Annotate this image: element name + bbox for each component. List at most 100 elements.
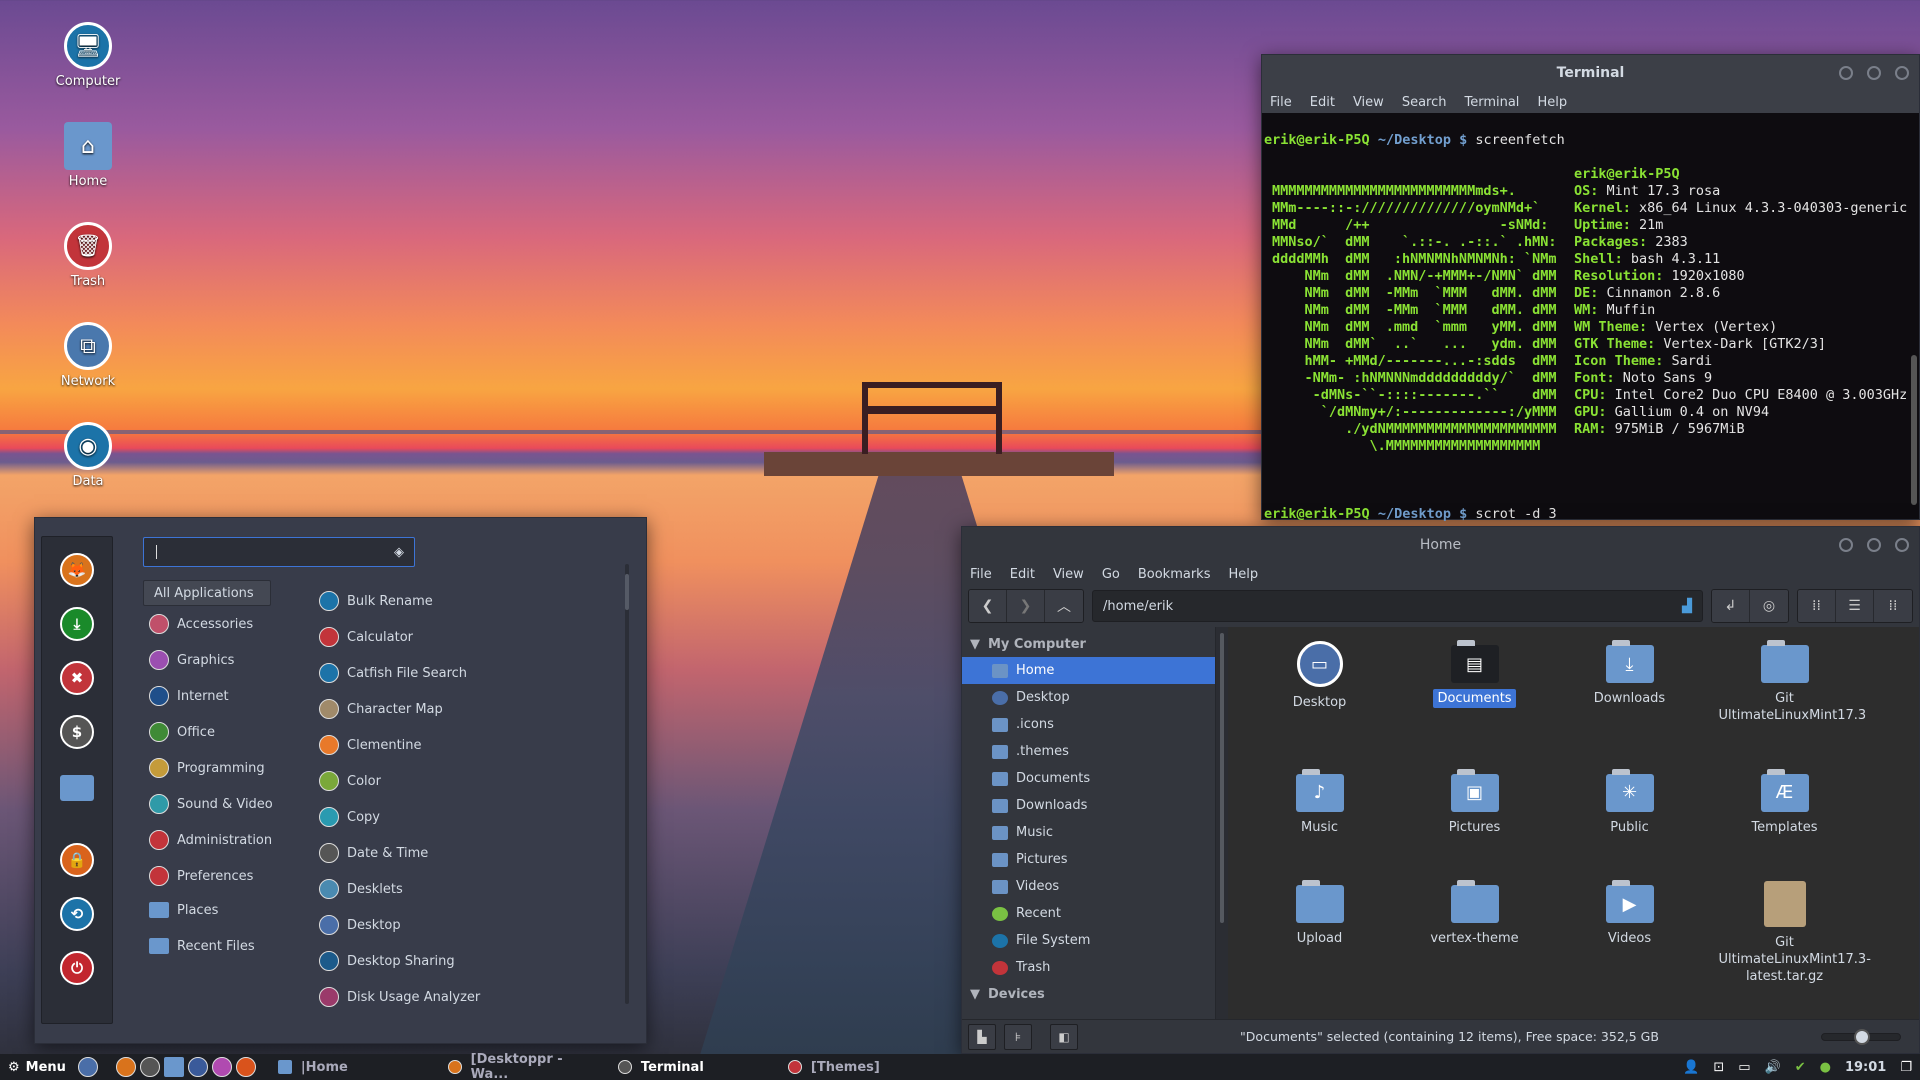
- file-item[interactable]: Git UltimateLinuxMint17.3: [1707, 637, 1866, 758]
- app-desktopsharing[interactable]: Desktop Sharing: [319, 951, 455, 971]
- sidebar-item-recent[interactable]: Recent: [962, 900, 1215, 927]
- app-diskusageanalyzer[interactable]: Disk Usage Analyzer: [319, 987, 480, 1007]
- firefox-icon[interactable]: 🦊: [60, 553, 94, 587]
- terminal-output[interactable]: erik@erik-P5Q ~/Desktop $ screenfetch MM…: [1262, 113, 1919, 594]
- category-preferences[interactable]: Preferences: [149, 866, 253, 886]
- category-office[interactable]: Office: [149, 722, 215, 742]
- menu-file[interactable]: File: [1270, 95, 1292, 110]
- back-button[interactable]: ❮: [969, 590, 1007, 622]
- firefox-icon[interactable]: [115, 1057, 136, 1077]
- show-places-button[interactable]: ▙: [968, 1023, 996, 1050]
- file-item[interactable]: ▣ Pictures: [1397, 766, 1552, 870]
- file-item[interactable]: vertex-theme: [1397, 877, 1552, 1019]
- search-clear-icon[interactable]: ◈: [394, 545, 404, 560]
- chrome-icon[interactable]: [235, 1057, 256, 1077]
- files-icon[interactable]: [163, 1057, 184, 1077]
- app-desktop[interactable]: Desktop: [319, 915, 401, 935]
- terminal-titlebar[interactable]: Terminal: [1262, 55, 1919, 91]
- clear-location-icon[interactable]: ▟: [1682, 599, 1692, 614]
- app-charactermap[interactable]: Character Map: [319, 699, 443, 719]
- sidebar-item-documents[interactable]: Documents: [962, 765, 1215, 792]
- menu-view[interactable]: View: [1353, 95, 1384, 110]
- menu-file[interactable]: File: [970, 567, 992, 582]
- close-button[interactable]: [1895, 66, 1909, 80]
- taskbar-button[interactable]: |Home: [270, 1054, 440, 1080]
- terminal-icon[interactable]: [139, 1057, 160, 1077]
- app-desklets[interactable]: Desklets: [319, 879, 403, 899]
- file-item[interactable]: Upload: [1242, 877, 1397, 1019]
- category-soundvideo[interactable]: Sound & Video: [149, 794, 273, 814]
- sidebar-item-downloads[interactable]: Downloads: [962, 792, 1215, 819]
- user-icon[interactable]: 👤: [1683, 1060, 1699, 1075]
- file-item[interactable]: ♪ Music: [1242, 766, 1397, 870]
- menu-button[interactable]: ⚙ Menu: [0, 1054, 74, 1080]
- app-copy[interactable]: Copy: [319, 807, 380, 827]
- desktop-icon-computer[interactable]: 🖥 Computer: [48, 22, 128, 89]
- section-devices[interactable]: ▼ Devices: [962, 981, 1215, 1007]
- maximize-button[interactable]: [1867, 66, 1881, 80]
- icon-view-button[interactable]: ⁞⁞: [1798, 590, 1836, 622]
- sidebar-item-home[interactable]: Home: [962, 657, 1215, 684]
- file-item[interactable]: Git UltimateLinuxMint17.3-latest.tar.gz: [1707, 877, 1871, 1019]
- menu-help[interactable]: Help: [1537, 95, 1567, 110]
- category-recentfiles[interactable]: Recent Files: [149, 938, 255, 954]
- volume-icon[interactable]: 🔊: [1765, 1060, 1781, 1075]
- menu-bookmarks[interactable]: Bookmarks: [1138, 567, 1211, 582]
- system-settings-icon[interactable]: ✖: [60, 661, 94, 695]
- taskbar-button[interactable]: [Themes]: [780, 1054, 950, 1080]
- menu-terminal[interactable]: Terminal: [1464, 95, 1519, 110]
- show-desktop-icon[interactable]: [77, 1057, 98, 1077]
- minimize-button[interactable]: [1839, 66, 1853, 80]
- list-view-button[interactable]: ☰: [1836, 590, 1874, 622]
- file-item[interactable]: ▤ Documents: [1397, 637, 1552, 758]
- category-programming[interactable]: Programming: [149, 758, 265, 778]
- app-clementine[interactable]: Clementine: [319, 735, 422, 755]
- media-icon[interactable]: [211, 1057, 232, 1077]
- menu-go[interactable]: Go: [1102, 567, 1120, 582]
- location-bar[interactable]: /home/erik ▟: [1092, 590, 1703, 622]
- terminal-icon[interactable]: $: [60, 715, 94, 749]
- file-item[interactable]: ⤓ Downloads: [1552, 637, 1707, 758]
- category-places[interactable]: Places: [149, 902, 218, 918]
- sidebar-item-pictures[interactable]: Pictures: [962, 846, 1215, 873]
- show-tree-button[interactable]: ⊧: [1004, 1023, 1032, 1050]
- menu-edit[interactable]: Edit: [1310, 95, 1335, 110]
- search-button[interactable]: ◎: [1750, 590, 1788, 622]
- shutdown-icon[interactable]: ⏻: [60, 951, 94, 985]
- sidebar-item-themes[interactable]: .themes: [962, 738, 1215, 765]
- file-item[interactable]: ▭ Desktop: [1242, 637, 1397, 758]
- menu-scrollbar[interactable]: [625, 564, 629, 1004]
- desktop-icon-network[interactable]: ⧉ Network: [48, 322, 128, 389]
- desktop-icon-trash[interactable]: 🗑 Trash: [48, 222, 128, 289]
- file-item[interactable]: ✳ Public: [1552, 766, 1707, 870]
- menu-search-input[interactable]: ◈: [143, 537, 415, 567]
- sidebar-scrollbar[interactable]: [1216, 627, 1228, 1019]
- app-catfishfilesearch[interactable]: Catfish File Search: [319, 663, 467, 683]
- compact-view-button[interactable]: ⁞⁞: [1874, 590, 1912, 622]
- terminal-window[interactable]: Terminal File Edit View Search Terminal Help …: [1261, 54, 1920, 557]
- zoom-slider-knob[interactable]: [1854, 1028, 1870, 1045]
- network-icon[interactable]: ▭: [1738, 1060, 1750, 1075]
- category-accessories[interactable]: Accessories: [149, 614, 253, 634]
- menu-search[interactable]: Search: [1402, 95, 1447, 110]
- category-graphics[interactable]: Graphics: [149, 650, 234, 670]
- sidebar-item-trash[interactable]: Trash: [962, 954, 1215, 981]
- display-icon[interactable]: ●: [1820, 1060, 1831, 1075]
- files-icon[interactable]: [60, 775, 94, 801]
- zoom-slider[interactable]: [1821, 1028, 1901, 1045]
- sidebar-item-desktop[interactable]: Desktop: [962, 684, 1215, 711]
- maximize-button[interactable]: [1867, 538, 1881, 552]
- logout-icon[interactable]: ⟲: [60, 897, 94, 931]
- menu-edit[interactable]: Edit: [1010, 567, 1035, 582]
- sidebar-item-music[interactable]: Music: [962, 819, 1215, 846]
- app-calculator[interactable]: Calculator: [319, 627, 413, 647]
- toggle-location-button[interactable]: ↲: [1712, 590, 1750, 622]
- screenshot-tray-icon[interactable]: ⊡: [1713, 1060, 1724, 1075]
- up-button[interactable]: ︿: [1045, 590, 1083, 622]
- category-administration[interactable]: Administration: [149, 830, 272, 850]
- workspace-switcher-icon[interactable]: ❐: [1900, 1060, 1912, 1075]
- menu-view[interactable]: View: [1053, 567, 1084, 582]
- screenshot-icon[interactable]: [187, 1057, 208, 1077]
- sidebar-item-icons[interactable]: .icons: [962, 711, 1215, 738]
- sidebar-item-videos[interactable]: Videos: [962, 873, 1215, 900]
